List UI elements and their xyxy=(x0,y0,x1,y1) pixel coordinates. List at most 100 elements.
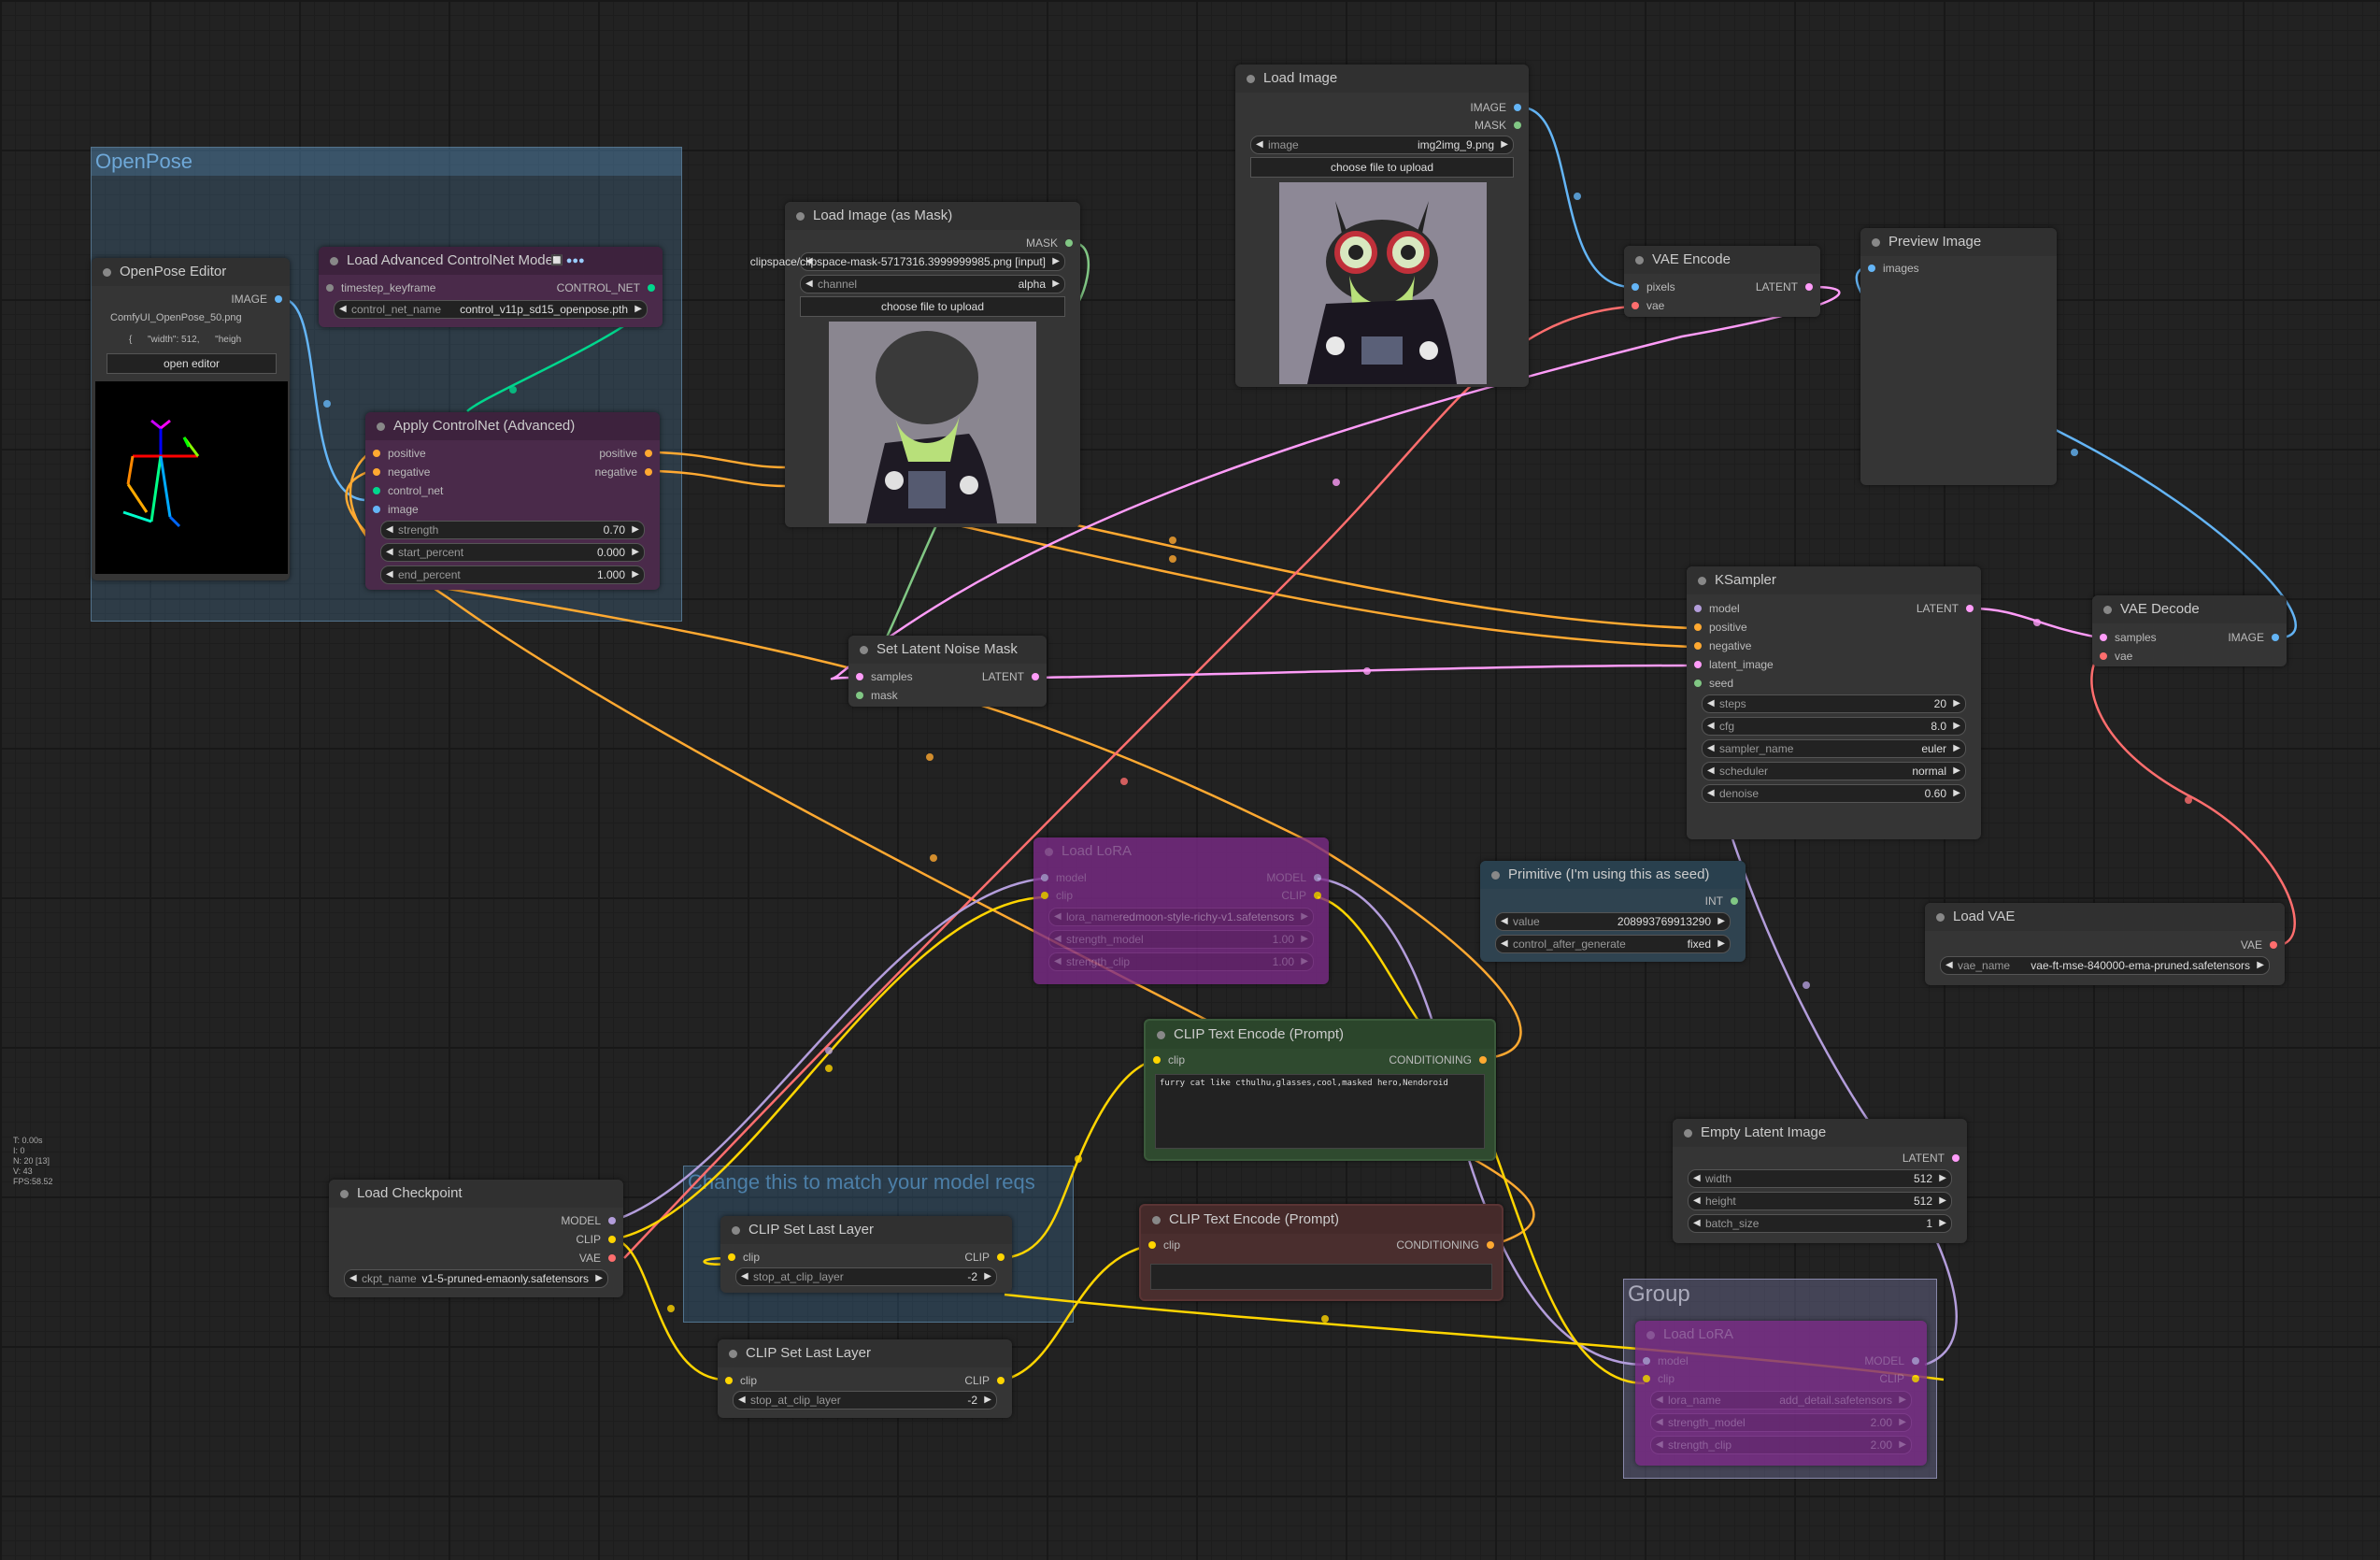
negative-prompt-textarea[interactable] xyxy=(1150,1264,1492,1290)
slot-dot-icon[interactable] xyxy=(608,1254,616,1262)
arrow-right-icon[interactable]: ▶ xyxy=(1717,936,1725,952)
slot-dot-icon[interactable] xyxy=(373,487,380,494)
slot-dot-icon[interactable] xyxy=(373,450,380,457)
slot-dot-icon[interactable] xyxy=(608,1236,616,1243)
input-model[interactable]: model xyxy=(1694,599,1740,618)
node-empty-latent-image[interactable]: Empty Latent Image LATENT ◀ width 512 ▶ ◀ he… xyxy=(1673,1119,1967,1243)
slot-dot-icon[interactable] xyxy=(275,295,282,303)
arrow-left-icon[interactable]: ◀ xyxy=(1656,1414,1663,1431)
strength-model-widget[interactable]: ◀ strength_model 2.00 ▶ xyxy=(1650,1413,1912,1432)
collapse-dot-icon[interactable] xyxy=(796,212,805,221)
node-title[interactable]: Load Checkpoint xyxy=(329,1180,623,1208)
arrow-left-icon[interactable]: ◀ xyxy=(1054,931,1062,948)
input-control-net[interactable]: control_net xyxy=(373,481,443,500)
arrow-left-icon[interactable]: ◀ xyxy=(386,522,393,538)
batch-size-widget[interactable]: ◀ batch_size 1 ▶ xyxy=(1688,1214,1952,1233)
node-title[interactable]: Load Advanced ControlNet Model 🔲 ●●● xyxy=(319,247,663,275)
arrow-left-icon[interactable]: ◀ xyxy=(1501,913,1508,930)
collapse-dot-icon[interactable] xyxy=(729,1350,737,1358)
slot-dot-icon[interactable] xyxy=(1966,605,1974,612)
input-clip[interactable]: clip xyxy=(728,1248,760,1267)
arrow-left-icon[interactable]: ◀ xyxy=(1256,136,1263,153)
input-seed[interactable]: seed xyxy=(1694,674,1733,693)
slot-dot-icon[interactable] xyxy=(645,450,652,457)
input-negative[interactable]: negative xyxy=(1694,637,1751,655)
output-positive[interactable]: positive xyxy=(599,444,652,463)
prompt-textarea[interactable]: furry cat like cthulhu,glasses,cool,mask… xyxy=(1155,1074,1485,1149)
collapse-dot-icon[interactable] xyxy=(1936,913,1945,922)
slot-dot-icon[interactable] xyxy=(373,468,380,476)
input-clip[interactable]: clip xyxy=(1153,1051,1185,1069)
output-negative[interactable]: negative xyxy=(595,463,652,481)
ckpt-name-widget[interactable]: ◀ ckpt_name v1-5-pruned-emaonly.safetensor… xyxy=(344,1269,608,1288)
node-load-checkpoint[interactable]: Load Checkpoint MODEL CLIP VAE ◀ ckpt_nam… xyxy=(329,1180,623,1297)
arrow-left-icon[interactable]: ◀ xyxy=(805,276,813,293)
node-clip-text-encode-negative[interactable]: CLIP Text Encode (Prompt) clip CONDITION… xyxy=(1139,1204,1504,1301)
slot-dot-icon[interactable] xyxy=(725,1377,733,1384)
slot-dot-icon[interactable] xyxy=(2270,941,2277,949)
output-latent[interactable]: LATENT xyxy=(1756,278,1813,296)
slot-dot-icon[interactable] xyxy=(856,673,863,680)
slot-dot-icon[interactable] xyxy=(997,1253,1005,1261)
input-vae[interactable]: vae xyxy=(1632,296,1664,315)
choose-file-button[interactable]: choose file to upload xyxy=(1250,157,1514,178)
input-clip[interactable]: clip xyxy=(725,1371,757,1390)
input-samples[interactable]: samples xyxy=(856,667,913,686)
arrow-right-icon[interactable]: ▶ xyxy=(1899,1414,1906,1431)
control-net-name-widget[interactable]: ◀ control_net_name control_v11p_sd15_openp… xyxy=(334,300,648,319)
output-vae[interactable]: VAE xyxy=(2241,936,2277,954)
collapse-dot-icon[interactable] xyxy=(1635,256,1644,265)
node-load-lora-2-bypassed[interactable]: Load LoRA model MODEL clip CLIP ◀ lora_na… xyxy=(1635,1321,1927,1466)
input-vae[interactable]: vae xyxy=(2100,647,2132,666)
arrow-left-icon[interactable]: ◀ xyxy=(1707,785,1715,802)
arrow-right-icon[interactable]: ▶ xyxy=(1939,1215,1946,1232)
collapse-dot-icon[interactable] xyxy=(1045,848,1053,856)
output-model[interactable]: MODEL xyxy=(1266,868,1321,887)
arrow-left-icon[interactable]: ◀ xyxy=(1656,1437,1663,1453)
input-model[interactable]: model xyxy=(1643,1352,1689,1370)
node-title[interactable]: CLIP Text Encode (Prompt) xyxy=(1141,1206,1502,1234)
input-image[interactable]: image xyxy=(373,500,419,519)
slot-dot-icon[interactable] xyxy=(1805,283,1813,291)
arrow-right-icon[interactable]: ▶ xyxy=(1301,953,1308,970)
output-clip[interactable]: CLIP xyxy=(964,1248,1005,1267)
arrow-left-icon[interactable]: ◀ xyxy=(1707,763,1715,780)
value-widget[interactable]: ◀ value 208993769913290 ▶ xyxy=(1495,912,1731,931)
node-title[interactable]: CLIP Text Encode (Prompt) xyxy=(1146,1021,1494,1049)
node-ksampler[interactable]: KSampler model LATENT positive negative … xyxy=(1687,566,1981,839)
input-images[interactable]: images xyxy=(1868,259,1919,278)
arrow-right-icon[interactable]: ▶ xyxy=(1953,763,1960,780)
lora-name-widget[interactable]: ◀ lora_name redmoon-style-richy-v1.safeten… xyxy=(1048,908,1314,926)
node-title[interactable]: Preview Image xyxy=(1860,228,2057,256)
node-apply-controlnet[interactable]: Apply ControlNet (Advanced) positive pos… xyxy=(365,412,660,590)
input-negative[interactable]: negative xyxy=(373,463,430,481)
arrow-right-icon[interactable]: ▶ xyxy=(1301,909,1308,925)
slot-dot-icon[interactable] xyxy=(1148,1241,1156,1249)
slot-dot-icon[interactable] xyxy=(1041,892,1048,899)
node-vae-decode[interactable]: VAE Decode samples IMAGE vae xyxy=(2092,595,2287,666)
slot-dot-icon[interactable] xyxy=(1694,661,1702,668)
strength-widget[interactable]: ◀ strength 0.70 ▶ xyxy=(380,521,645,539)
node-clip-set-last-layer-2[interactable]: CLIP Set Last Layer clip CLIP ◀ stop_at_c… xyxy=(718,1339,1012,1418)
arrow-left-icon[interactable]: ◀ xyxy=(1693,1215,1701,1232)
arrow-right-icon[interactable]: ▶ xyxy=(1939,1170,1946,1187)
arrow-right-icon[interactable]: ▶ xyxy=(1052,253,1060,270)
lora-name-widget[interactable]: ◀ lora_name add_detail.safetensors ▶ xyxy=(1650,1391,1912,1410)
arrow-right-icon[interactable]: ▶ xyxy=(1953,695,1960,712)
arrow-right-icon[interactable]: ▶ xyxy=(1301,931,1308,948)
slot-dot-icon[interactable] xyxy=(645,468,652,476)
collapse-dot-icon[interactable] xyxy=(2103,606,2112,614)
output-latent[interactable]: LATENT xyxy=(1903,1149,1960,1167)
collapse-dot-icon[interactable] xyxy=(860,646,868,654)
output-clip[interactable]: CLIP xyxy=(576,1230,616,1249)
arrow-left-icon[interactable]: ◀ xyxy=(386,566,393,583)
slot-dot-icon[interactable] xyxy=(1868,265,1875,272)
output-control-net[interactable]: CONTROL_NET xyxy=(557,279,655,297)
slot-dot-icon[interactable] xyxy=(1694,605,1702,612)
arrow-right-icon[interactable]: ▶ xyxy=(632,544,639,561)
arrow-left-icon[interactable]: ◀ xyxy=(1945,957,1953,974)
node-title[interactable]: OpenPose Editor xyxy=(92,258,290,286)
collapse-dot-icon[interactable] xyxy=(1646,1331,1655,1339)
stop-at-clip-layer-widget[interactable]: ◀ stop_at_clip_layer -2 ▶ xyxy=(735,1267,997,1286)
channel-widget[interactable]: ◀ channel alpha ▶ xyxy=(800,275,1065,293)
